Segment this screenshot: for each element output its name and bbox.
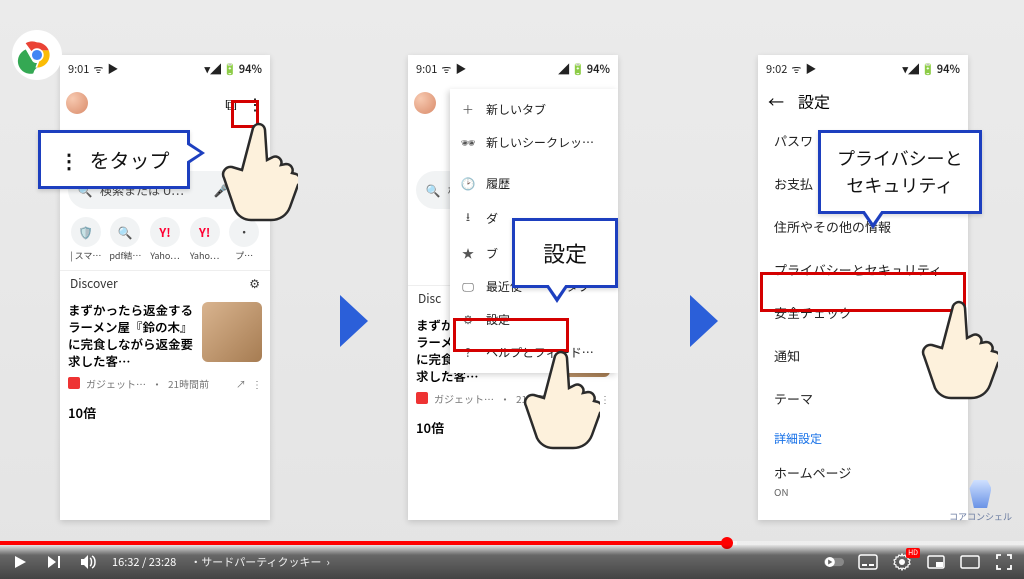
youtube-icon: ▶ <box>455 61 466 77</box>
avatar[interactable] <box>66 92 88 114</box>
tabs-icon[interactable]: ⧉ <box>222 94 240 112</box>
article-meta: ガジェット… ・ 21時間前 ↗ ⋮ <box>408 391 618 412</box>
history-icon: 🕑 <box>460 175 476 192</box>
settings-privacy[interactable]: プライバシーとセキュリティ <box>758 248 968 291</box>
chrome-toolbar: ⧉ ⋮ <box>66 85 264 121</box>
hd-badge: HD <box>906 548 920 558</box>
clock: 9:02 <box>766 61 787 77</box>
menu-settings[interactable]: ⚙設定 <box>450 303 618 336</box>
search-icon: 🔍 <box>424 181 442 199</box>
menu-help[interactable]: ?ヘルプとフィード… <box>450 336 618 369</box>
share-icon[interactable]: ↗ <box>584 391 594 406</box>
status-bar: 9:01ᯤ▶ ▾◢🔋94% <box>60 55 270 83</box>
theater-button[interactable] <box>960 552 980 572</box>
youtube-icon: ▶ <box>805 61 816 77</box>
discover-label: Discover <box>70 275 118 292</box>
shortcut[interactable]: 🔍pdf結… <box>108 217 144 262</box>
gear-icon[interactable]: ⚙ <box>249 275 260 292</box>
fullscreen-button[interactable] <box>994 552 1014 572</box>
phone-screenshot-1: 9:01ᯤ▶ ▾◢🔋94% ⧉ ⋮ 🔍 検索または U… 🎤 ⦿ 🛡️| スマ…… <box>60 55 270 520</box>
volume-button[interactable] <box>78 552 98 572</box>
wifi-icon: ᯤ <box>791 61 801 77</box>
back-icon[interactable]: ← <box>768 89 784 113</box>
article-meta: ガジェット… ・ 21時間前 ↗ ⋮ <box>60 376 270 397</box>
incognito-icon: 🕶 <box>460 134 476 151</box>
arrow-right-icon <box>340 295 368 347</box>
gear-icon: ⚙ <box>460 311 476 328</box>
settings-header: ← 設定 <box>758 83 968 119</box>
clock: 9:01 <box>416 61 437 77</box>
shortcut[interactable]: ・プ… <box>226 217 262 262</box>
article2-title: 10倍 <box>408 412 618 443</box>
battery-icon: 🔋 <box>571 61 585 77</box>
watermark-icon <box>969 480 991 508</box>
callout-privacy: プライバシーと セキュリティ <box>818 130 982 214</box>
signal-icon: ▾◢ <box>205 61 222 77</box>
article-title: まずかったら返金するラーメン屋『鈴の木』に完食しながら返金要求した客… <box>68 302 196 370</box>
miniplayer-button[interactable] <box>926 552 946 572</box>
wifi-icon: ᯤ <box>441 61 451 77</box>
autoplay-toggle[interactable] <box>824 552 844 572</box>
source-icon <box>68 377 80 389</box>
chrome-logo <box>12 30 62 80</box>
settings-advanced-header: 詳細設定 <box>758 420 968 451</box>
menu-new-tab[interactable]: ＋新しいタブ <box>450 93 618 126</box>
star-icon: ★ <box>460 245 476 262</box>
vertical-dots-icon: ⋮ <box>59 145 79 174</box>
menu-history[interactable]: 🕑履歴 <box>450 167 618 200</box>
shortcut[interactable]: Y!Yaho… <box>147 217 183 262</box>
wifi-icon: ᯤ <box>93 61 103 77</box>
avatar[interactable] <box>414 92 436 114</box>
phone-screenshot-3: 9:02ᯤ▶ ▾◢🔋94% ← 設定 パスワ お支払 住所やその他の情報 プライ… <box>758 55 968 520</box>
shortcut-row: 🛡️| スマ… 🔍pdf結… Y!Yaho… Y!Yaho… ・プ… <box>68 217 262 262</box>
battery-pct: 94% <box>239 61 262 77</box>
captions-button[interactable] <box>858 552 878 572</box>
next-button[interactable] <box>44 552 64 572</box>
video-controls: 16:32 / 23:28 ・サードパーティクッキー › HD <box>0 545 1024 579</box>
share-icon[interactable]: ↗ <box>236 376 246 391</box>
settings-title: 設定 <box>798 89 830 113</box>
discover-label: Disc <box>418 290 441 307</box>
shortcut[interactable]: 🛡️| スマ… <box>68 217 104 262</box>
article-card[interactable]: まずかったら返金するラーメン屋『鈴の木』に完食しながら返金要求した客… <box>60 296 270 376</box>
devices-icon: 🖵 <box>460 278 476 295</box>
watermark: コアコンシェル <box>949 480 1012 523</box>
status-bar: 9:02ᯤ▶ ▾◢🔋94% <box>758 55 968 83</box>
help-icon: ? <box>460 344 476 361</box>
clock: 9:01 <box>68 61 89 77</box>
settings-notifications[interactable]: 通知 <box>758 334 968 377</box>
settings-button[interactable]: HD <box>892 552 912 572</box>
menu-incognito[interactable]: 🕶新しいシークレッ… <box>450 126 618 159</box>
battery-pct: 94% <box>937 61 960 77</box>
article2-title: 10倍 <box>60 397 270 428</box>
status-bar: 9:01ᯤ▶ ◢🔋94% <box>408 55 618 83</box>
callout-tap-more: ⋮ をタップ <box>38 130 190 189</box>
shortcut[interactable]: Y!Yaho… <box>187 217 223 262</box>
time-display: 16:32 / 23:28 <box>112 554 176 570</box>
settings-safety[interactable]: 安全チェック <box>758 291 968 334</box>
mic-icon[interactable]: 🎤 <box>212 181 230 199</box>
plus-icon: ＋ <box>460 101 476 118</box>
callout-settings: 設定 <box>512 218 618 288</box>
source-icon <box>416 392 428 404</box>
more-menu-icon[interactable]: ⋮ <box>246 94 264 112</box>
article-thumb <box>202 302 262 362</box>
chapter-title[interactable]: ・サードパーティクッキー › <box>190 554 330 570</box>
more-icon[interactable]: ⋮ <box>252 376 262 391</box>
settings-homepage[interactable]: ホームページ ON <box>758 451 968 501</box>
play-button[interactable] <box>10 552 30 572</box>
youtube-icon: ▶ <box>107 61 118 77</box>
battery-pct: 94% <box>587 61 610 77</box>
signal-icon: ◢ <box>558 61 569 77</box>
lens-icon[interactable]: ⦿ <box>236 181 254 199</box>
more-icon[interactable]: ⋮ <box>600 391 610 406</box>
settings-theme[interactable]: テーマ <box>758 377 968 420</box>
battery-icon: 🔋 <box>223 61 237 77</box>
battery-icon: 🔋 <box>921 61 935 77</box>
signal-icon: ▾◢ <box>903 61 920 77</box>
arrow-right-icon <box>690 295 718 347</box>
download-icon: ⭳ <box>460 208 476 229</box>
